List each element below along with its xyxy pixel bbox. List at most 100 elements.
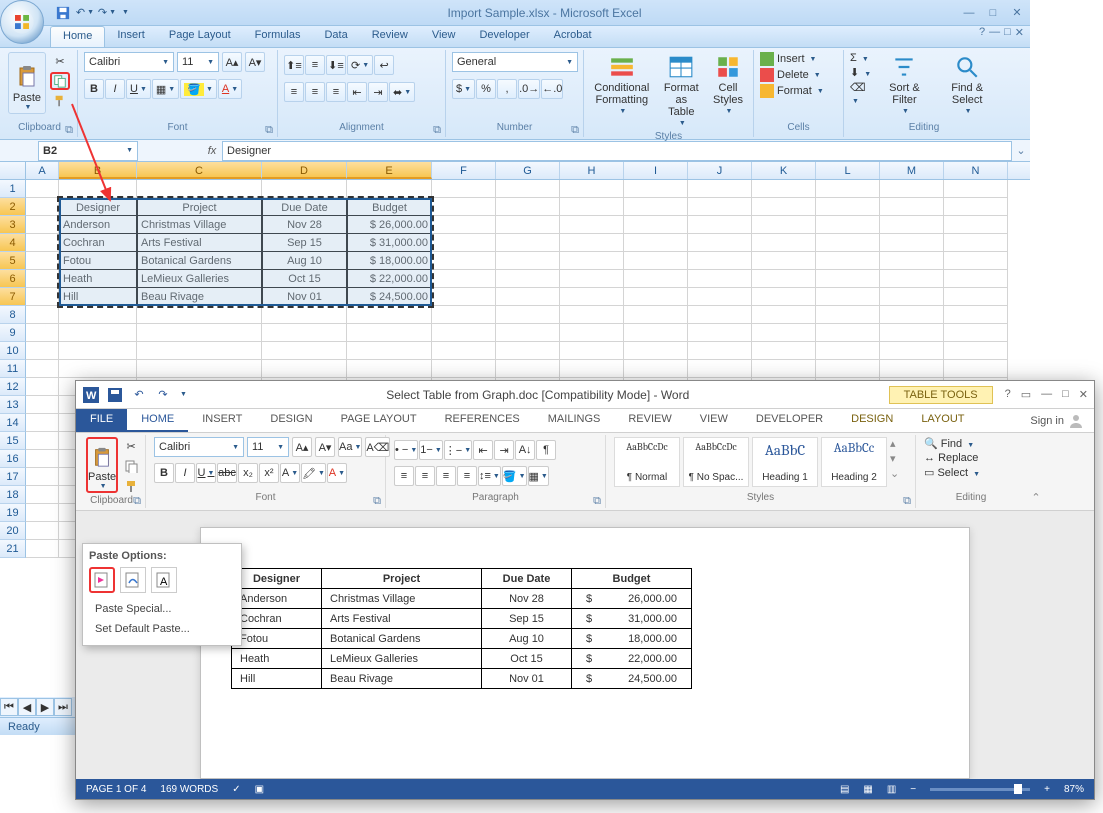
row-header-4[interactable]: 4 <box>0 234 26 252</box>
font-name-combo[interactable]: Calibri▼ <box>84 52 174 72</box>
tab-table-layout[interactable]: LAYOUT <box>907 409 978 432</box>
shrink-font-icon[interactable]: A▾ <box>315 437 335 457</box>
col-header-A[interactable]: A <box>26 162 59 179</box>
tab-review[interactable]: Review <box>360 26 420 47</box>
row-header-8[interactable]: 8 <box>0 306 26 324</box>
justify-icon[interactable]: ≡ <box>457 466 477 486</box>
align-left-icon[interactable]: ≡ <box>394 466 414 486</box>
paste-keep-source-icon[interactable] <box>89 567 115 593</box>
row-header-10[interactable]: 10 <box>0 342 26 360</box>
undo-icon[interactable]: ↶▼ <box>76 4 94 22</box>
tab-acrobat[interactable]: Acrobat <box>542 26 604 47</box>
fill-color-button[interactable]: 🪣▼ <box>180 79 217 99</box>
page-indicator[interactable]: PAGE 1 OF 4 <box>86 784 146 795</box>
number-launcher-icon[interactable]: ⧉ <box>569 124 581 136</box>
row-header-11[interactable]: 11 <box>0 360 26 378</box>
zoom-out-icon[interactable]: − <box>910 784 916 795</box>
tab-view[interactable]: VIEW <box>686 409 742 432</box>
align-center-icon[interactable]: ≡ <box>415 466 435 486</box>
tab-view[interactable]: View <box>420 26 468 47</box>
close-button[interactable]: ✕ <box>1008 5 1026 21</box>
style--no-spac-[interactable]: AaBbCcDc¶ No Spac... <box>683 437 749 487</box>
tab-page-layout[interactable]: Page Layout <box>157 26 243 47</box>
col-header-C[interactable]: C <box>137 162 262 179</box>
set-default-paste-item[interactable]: Set Default Paste... <box>89 619 235 639</box>
insert-cells-button[interactable]: Insert▼ <box>760 52 816 66</box>
decrease-decimal-icon[interactable]: ←.0 <box>541 79 563 99</box>
row-header-2[interactable]: 2 <box>0 198 26 216</box>
cut-icon[interactable]: ✂ <box>50 52 70 70</box>
col-header-H[interactable]: H <box>560 162 624 179</box>
increase-decimal-icon[interactable]: .0→ <box>518 79 540 99</box>
col-header-D[interactable]: D <box>262 162 347 179</box>
prev-sheet-icon[interactable]: ◀ <box>18 698 36 716</box>
style--normal[interactable]: AaBbCcDc¶ Normal <box>614 437 680 487</box>
col-header-M[interactable]: M <box>880 162 944 179</box>
align-right-icon[interactable]: ≡ <box>436 466 456 486</box>
sort-filter-button[interactable]: Sort & Filter▼ <box>877 52 933 118</box>
ribbon-options-icon[interactable]: ▭ <box>1021 388 1031 401</box>
word-count[interactable]: 169 WORDS <box>160 784 218 795</box>
redo-icon[interactable]: ↷ <box>154 386 172 404</box>
styles-launcher-icon[interactable]: ⧉ <box>901 495 913 507</box>
font-size-combo[interactable]: 11▼ <box>247 437 289 457</box>
row-header-20[interactable]: 20 <box>0 522 26 540</box>
grow-font-icon[interactable]: A▴ <box>222 52 242 72</box>
merge-center-icon[interactable]: ⬌▼ <box>389 82 415 102</box>
copy-icon[interactable] <box>50 72 70 90</box>
cut-icon[interactable]: ✂ <box>121 437 141 455</box>
maximize-button[interactable]: □ <box>1062 388 1069 401</box>
orientation-icon[interactable]: ⟳▼ <box>347 55 373 75</box>
help-icon[interactable]: ? <box>979 26 985 47</box>
delete-cells-button[interactable]: Delete▼ <box>760 68 821 82</box>
subscript-icon[interactable]: x₂ <box>238 463 258 483</box>
numbering-icon[interactable]: 1−▼ <box>419 440 442 460</box>
copy-icon[interactable] <box>121 457 141 475</box>
font-size-combo[interactable]: 11▼ <box>177 52 219 72</box>
collapse-ribbon-icon[interactable]: ⌃ <box>1026 435 1046 508</box>
undo-icon[interactable]: ↶ <box>130 386 148 404</box>
row-header-14[interactable]: 14 <box>0 414 26 432</box>
tab-developer[interactable]: Developer <box>467 26 541 47</box>
word-app-icon[interactable]: W <box>82 386 100 404</box>
col-header-J[interactable]: J <box>688 162 752 179</box>
text-effects-icon[interactable]: A▼ <box>280 463 300 483</box>
align-bottom-icon[interactable]: ⬇≡ <box>326 55 346 75</box>
mdi-minimize-button[interactable]: — <box>989 26 1000 47</box>
tab-file[interactable]: FILE <box>76 409 127 432</box>
tab-review[interactable]: REVIEW <box>614 409 685 432</box>
bold-button[interactable]: B <box>154 463 174 483</box>
tab-formulas[interactable]: Formulas <box>243 26 313 47</box>
tab-insert[interactable]: Insert <box>105 26 157 47</box>
mdi-close-button[interactable]: ✕ <box>1015 26 1024 47</box>
format-painter-icon[interactable] <box>50 92 70 110</box>
first-sheet-icon[interactable]: ⏮ <box>0 698 18 716</box>
paste-link-icon[interactable] <box>120 567 146 593</box>
shrink-font-icon[interactable]: A▾ <box>245 52 265 72</box>
col-header-K[interactable]: K <box>752 162 816 179</box>
font-launcher-icon[interactable]: ⧉ <box>371 495 383 507</box>
font-color-button[interactable]: A▼ <box>218 79 242 99</box>
currency-icon[interactable]: $▼ <box>452 79 475 99</box>
help-icon[interactable]: ? <box>1005 388 1011 401</box>
row-header-9[interactable]: 9 <box>0 324 26 342</box>
col-header-F[interactable]: F <box>432 162 496 179</box>
paste-special-item[interactable]: Paste Special... <box>89 599 235 619</box>
name-box[interactable]: B2▼ <box>38 141 138 161</box>
data-table[interactable]: DesignerProjectDue DateBudgetAndersonChr… <box>231 568 692 689</box>
underline-button[interactable]: U▼ <box>126 79 151 99</box>
zoom-slider[interactable] <box>930 788 1030 791</box>
grow-font-icon[interactable]: A▴ <box>292 437 312 457</box>
row-header-16[interactable]: 16 <box>0 450 26 468</box>
line-spacing-icon[interactable]: ↕≡▼ <box>478 466 501 486</box>
row-header-3[interactable]: 3 <box>0 216 26 234</box>
show-marks-icon[interactable]: ¶ <box>536 440 556 460</box>
shading-icon[interactable]: 🪣▼ <box>502 466 527 486</box>
paste-text-only-icon[interactable]: A <box>151 567 177 593</box>
qat-customize-icon[interactable]: ▼ <box>180 391 187 398</box>
close-button[interactable]: ✕ <box>1079 388 1088 401</box>
align-left-icon[interactable]: ≡ <box>284 82 304 102</box>
print-layout-icon[interactable]: ▤ <box>840 784 849 795</box>
style-heading-1[interactable]: AaBbCHeading 1 <box>752 437 818 487</box>
minimize-button[interactable]: — <box>960 5 978 21</box>
